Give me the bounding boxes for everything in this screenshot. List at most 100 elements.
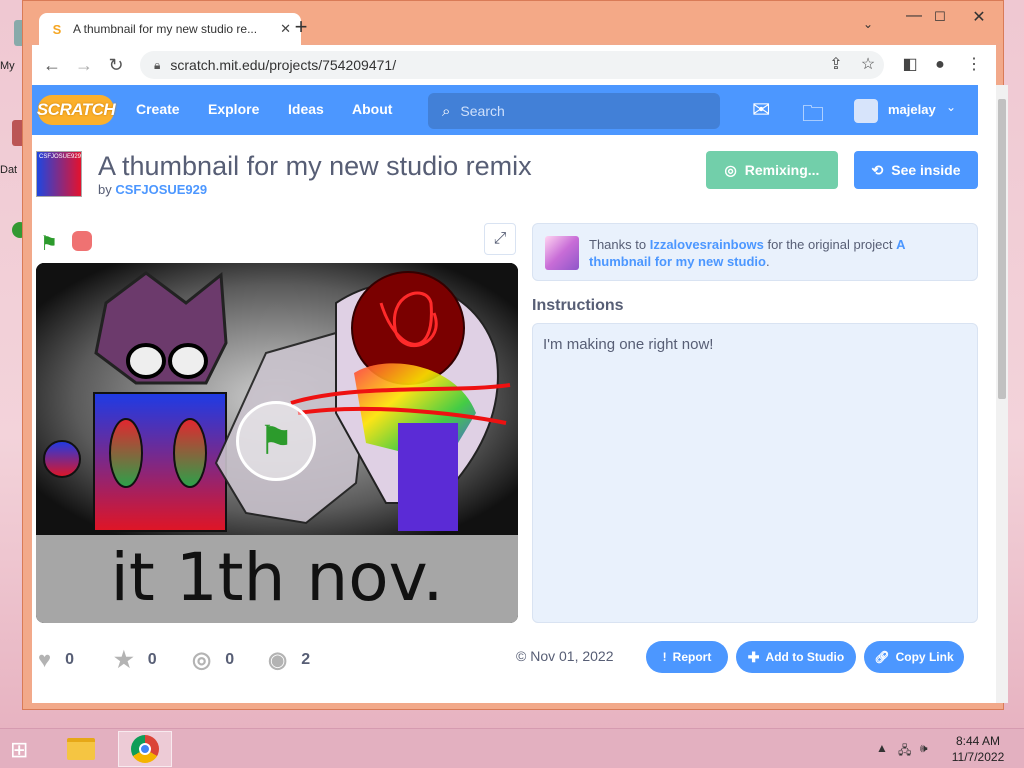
heart-icon: ♥ (38, 647, 52, 672)
remix-credit-box: Thanks to Izzalovesrainbows for the orig… (532, 223, 978, 281)
add-to-studio-label: Add to Studio (765, 650, 845, 664)
author-link[interactable]: CSFJOSUE929 (115, 182, 207, 197)
browser-tab[interactable]: S A thumbnail for my new studio re... ✕ (39, 13, 301, 45)
taskbar: ⊞ ▲ 🖧︎ 🕪︎ 8:44 AM 11/7/2022 (0, 728, 1024, 768)
favorite-count-value: 0 (147, 651, 157, 668)
character-eye-right (168, 343, 208, 379)
thanks-prefix: Thanks to (589, 237, 647, 252)
browser-window: S A thumbnail for my new studio re... ✕ … (22, 0, 1008, 710)
new-tab-button[interactable]: + (289, 15, 313, 39)
eye-icon: ◉ (268, 647, 288, 672)
side-panel-icon[interactable]: ◧ (898, 53, 922, 77)
nav-link-explore[interactable]: Explore (208, 101, 259, 117)
play-green-flag-overlay-icon[interactable]: ⚑ (236, 401, 316, 481)
back-button[interactable]: ← (40, 53, 64, 77)
thanks-suffix: . (765, 254, 770, 269)
remix-count-value: 0 (225, 651, 235, 668)
link-icon: 🔗︎ (874, 650, 890, 664)
add-to-studio-button[interactable]: ✚ Add to Studio (736, 641, 856, 673)
purple-blue-pillar (398, 423, 458, 531)
love-count-value: 0 (65, 651, 74, 668)
forward-button[interactable]: → (72, 53, 96, 77)
browser-toolbar: ← → ↻ 🔒︎ scratch.mit.edu/projects/754209… (32, 45, 996, 85)
scratch-navbar: SCRATCH Create Explore Ideas About ⌕ Sea… (32, 85, 978, 135)
remix-count: ◎ 0 (192, 647, 234, 673)
favorite-count[interactable]: ★ 0 (114, 647, 157, 673)
bookmark-star-icon[interactable]: ☆ (856, 53, 880, 77)
character-eye-left (126, 343, 166, 379)
nav-link-ideas[interactable]: Ideas (288, 101, 324, 117)
username[interactable]: majelay (888, 102, 936, 117)
my-stuff-folder-icon[interactable]: 🗀︎ (802, 97, 824, 135)
see-inside-button[interactable]: ⟲ See inside (854, 151, 978, 189)
project-date: © Nov 01, 2022 (516, 648, 614, 664)
project-byline: by CSFJOSUE929 (98, 182, 207, 197)
copy-link-button[interactable]: 🔗︎ Copy Link (864, 641, 964, 673)
plus-icon: ✚ (747, 648, 760, 665)
report-icon: ! (662, 650, 667, 664)
close-window-button[interactable]: ✕ (957, 7, 1001, 27)
nav-link-about[interactable]: About (352, 101, 392, 117)
messages-envelope-icon[interactable]: ✉ (752, 97, 770, 123)
thumbnail-label: CSFJOSUE929 (39, 154, 82, 160)
page-scrollbar[interactable] (996, 85, 1008, 703)
tab-title: A thumbnail for my new studio re... (73, 22, 258, 36)
report-button[interactable]: ! Report (646, 641, 728, 673)
scratch-logo[interactable]: SCRATCH (37, 95, 116, 125)
chrome-taskbar-button[interactable] (118, 731, 172, 767)
user-avatar[interactable] (854, 99, 878, 123)
project-stage[interactable]: it 1th nov. ⚑ (36, 263, 518, 623)
system-clock[interactable]: 8:44 AM 11/7/2022 (946, 733, 1010, 765)
address-bar[interactable]: 🔒︎ scratch.mit.edu/projects/754209471/ (140, 51, 884, 79)
instructions-heading: Instructions (532, 297, 624, 314)
profile-avatar-icon[interactable]: ● (928, 53, 952, 77)
share-icon[interactable]: ⇪ (824, 53, 848, 77)
chrome-icon (131, 735, 159, 763)
nav-link-create[interactable]: Create (136, 101, 180, 117)
menu-kebab-icon[interactable]: ⋮ (962, 53, 986, 77)
star-icon: ★ (114, 647, 134, 672)
stage-artwork (36, 263, 518, 535)
lock-icon: 🔒︎ (154, 57, 161, 72)
clock-date: 11/7/2022 (951, 750, 1005, 764)
love-count[interactable]: ♥ 0 (38, 647, 74, 673)
original-project-thumbnail[interactable] (545, 236, 579, 270)
remix-spiral-icon: ◎ (724, 161, 737, 178)
file-explorer-taskbar-button[interactable] (58, 731, 104, 767)
tab-search-chevron-icon[interactable]: ⌄ (863, 17, 873, 31)
report-label: Report (672, 650, 712, 664)
original-author-link[interactable]: Izzalovesrainbows (650, 237, 764, 252)
copy-link-label: Copy Link (895, 650, 954, 664)
by-label: by (98, 182, 112, 197)
page-viewport: SCRATCH Create Explore Ideas About ⌕ Sea… (32, 85, 996, 703)
remixing-button[interactable]: ◎ Remixing... (706, 151, 838, 189)
remix-spiral-icon: ◎ (192, 647, 212, 672)
maximize-button[interactable]: ☐ (925, 9, 955, 25)
project-thumbnail[interactable]: CSFJOSUE929 (36, 151, 82, 197)
fullscreen-icon[interactable]: ⤢ (484, 223, 516, 255)
chevron-down-icon[interactable]: ⌄ (946, 100, 956, 114)
search-placeholder: Search (460, 103, 505, 119)
desktop-icon-label-dat: Dat (0, 164, 18, 176)
view-count: ◉ 2 (268, 647, 310, 673)
stop-sign-icon[interactable] (72, 231, 92, 251)
tab-strip: S A thumbnail for my new studio re... ✕ … (23, 1, 1003, 45)
folder-icon (67, 738, 95, 760)
windows-start-icon[interactable]: ⊞ (10, 737, 28, 763)
reload-button[interactable]: ↻ (104, 53, 128, 77)
volume-icon[interactable]: 🕪︎ (920, 741, 928, 756)
scrollbar-thumb[interactable] (998, 99, 1006, 399)
network-icon[interactable]: 🖧︎ (898, 741, 911, 762)
box-eye-left (109, 418, 143, 488)
stage-text: it 1th nov. (110, 539, 444, 616)
scratch-search-input[interactable]: ⌕ Search (428, 93, 720, 129)
view-count-value: 2 (301, 651, 311, 668)
green-flag-icon[interactable]: ⚑ (40, 231, 62, 255)
url-text: scratch.mit.edu/projects/754209471/ (170, 57, 397, 73)
instructions-text[interactable]: I'm making one right now! (532, 323, 978, 623)
show-hidden-icons-caret-icon[interactable]: ▲ (876, 741, 888, 755)
scratch-favicon-icon: S (52, 21, 62, 37)
clock-time: 8:44 AM (955, 734, 1001, 748)
box-eye-right (173, 418, 207, 488)
desktop-icon-label-my: My (0, 60, 15, 72)
